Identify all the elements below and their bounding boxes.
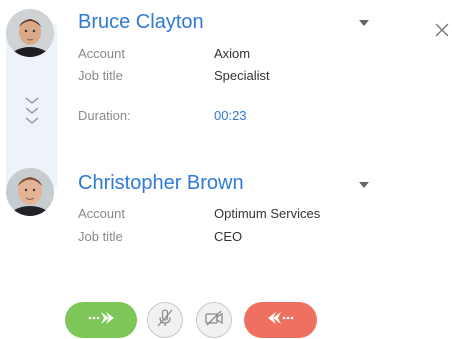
caret-down-icon[interactable] [359,182,369,188]
job-title-label: Job title [78,68,123,83]
caller-name[interactable]: Bruce Clayton [78,11,204,34]
close-icon[interactable] [434,22,450,38]
expand-chevrons-icon[interactable] [23,95,41,129]
account-label: Account [78,206,125,221]
video-button[interactable] [196,302,232,338]
mute-button[interactable] [147,302,183,338]
duration-label: Duration: [78,108,131,123]
avatar [6,9,54,57]
call-panel: Bruce Clayton Account Axiom Job title Sp… [0,0,452,339]
account-value: Axiom [214,46,251,61]
transfer-button[interactable] [65,302,137,338]
account-label: Account [78,46,125,61]
caret-down-icon[interactable] [359,20,369,26]
account-value: Optimum Services [214,206,321,221]
hangup-button[interactable] [244,302,317,338]
job-title-value: CEO [214,229,243,244]
video-off-icon [204,308,224,333]
hangup-arrow-icon [267,311,295,330]
transfer-target-name[interactable]: Christopher Brown [78,172,244,195]
avatar [6,168,54,216]
microphone-off-icon [155,308,175,333]
transfer-arrow-icon [87,311,115,330]
job-title-label: Job title [78,229,123,244]
job-title-value: Specialist [214,68,270,83]
duration-value: 00:23 [214,108,247,123]
